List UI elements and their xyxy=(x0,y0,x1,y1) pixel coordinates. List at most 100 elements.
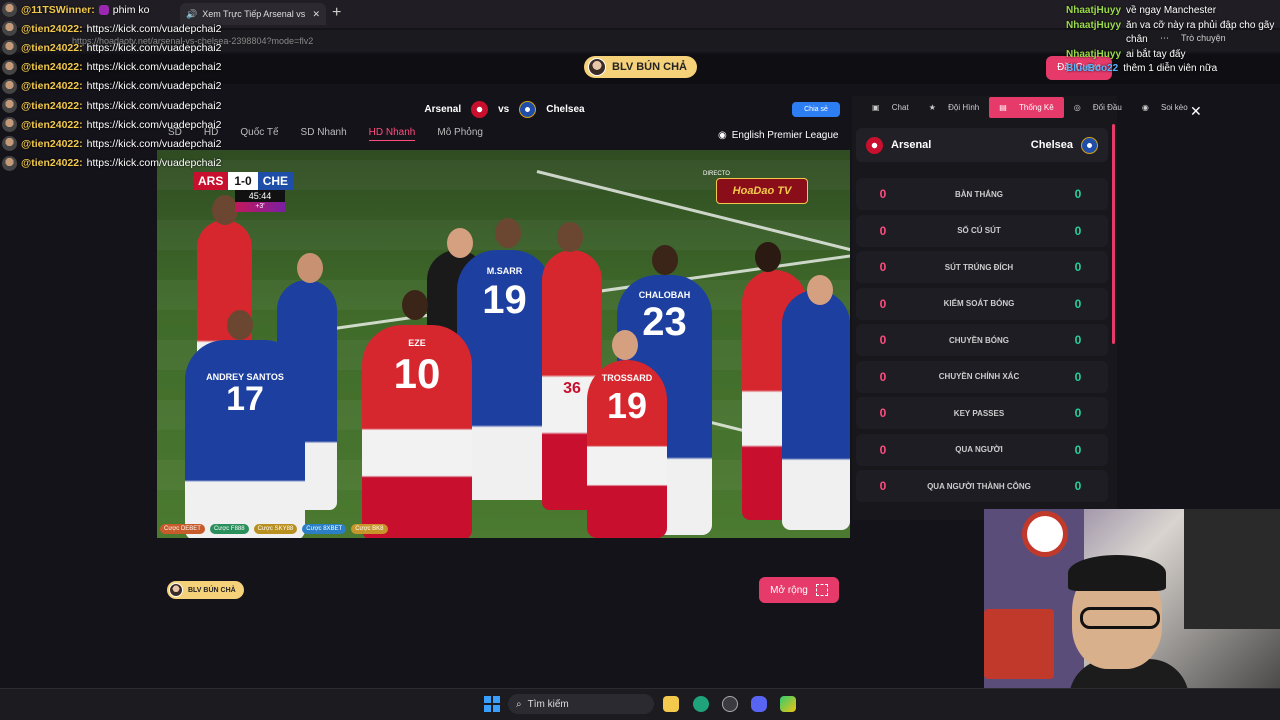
tab-odds[interactable]: ◉ Soi kèo xyxy=(1132,97,1198,118)
home-stat: 0 xyxy=(879,223,887,238)
bet-link[interactable]: Cược BK8 xyxy=(351,524,388,534)
stat-name: QUA NGƯỜI xyxy=(955,445,1003,454)
bet-link[interactable]: Cược F888 xyxy=(209,524,249,534)
chat-user: @tien24022: xyxy=(21,80,83,93)
avatar xyxy=(2,78,17,94)
stat-name: KEY PASSES xyxy=(953,408,1005,418)
chat-line: @tien24022: https://kick.com/vuadepchai2 xyxy=(2,38,247,57)
side-tabs: ▣ Chat ★ Đội Hình ▤ Thống Kê ◎ Đối Đầu ◉… xyxy=(862,97,1198,118)
league-icon: ◉ xyxy=(718,130,727,141)
home-abbr: ARS xyxy=(193,172,229,190)
chat-message: ai bắt tay đấy xyxy=(1126,48,1186,60)
share-button[interactable]: Chia sẻ xyxy=(792,102,840,117)
app-icon[interactable] xyxy=(780,696,796,712)
jersey-number: 19 xyxy=(482,278,527,322)
tab-label: Đối Đầu xyxy=(1092,103,1122,112)
stat-row: 0 CHUYỀN CHÍNH XÁC 0 xyxy=(856,360,1108,393)
avatar xyxy=(2,40,17,56)
close-panel-icon[interactable]: ✕ xyxy=(1190,103,1202,120)
chat-line: @tien24022: https://kick.com/vuadepchai2 xyxy=(2,154,247,173)
obs-icon[interactable] xyxy=(722,696,738,712)
jersey-name: M.SARR xyxy=(486,266,523,276)
away-stat: 0 xyxy=(1074,479,1082,493)
avatar xyxy=(2,117,17,133)
taskbar-search[interactable]: ⌕ Tìm kiếm xyxy=(508,694,654,714)
league-name: English Premier League xyxy=(731,130,839,141)
windows-start-icon[interactable] xyxy=(484,696,500,712)
tab-chat[interactable]: ▣ Chat xyxy=(862,97,919,118)
jersey-name: EZE xyxy=(408,338,426,348)
stat-name: SÚT TRÚNG ĐÍCH xyxy=(944,262,1014,272)
arsenal-crest-icon xyxy=(471,100,489,118)
away-stat: 0 xyxy=(1074,442,1082,457)
chat-line: @tien24022: https://kick.com/vuadepchai2 xyxy=(2,134,247,153)
stats-icon: ▤ xyxy=(999,103,1009,112)
home-stat: 0 xyxy=(879,260,887,274)
chat-line: @tien24022: https://kick.com/vuadepchai2 xyxy=(2,77,247,96)
away-stat: 0 xyxy=(1074,369,1082,384)
new-tab-button[interactable]: + xyxy=(332,4,341,22)
bet-link[interactable]: Cược SKY88 xyxy=(253,524,298,534)
expand-icon xyxy=(815,584,828,596)
directo-label: DIRECTO xyxy=(703,171,730,177)
away-stat: 0 xyxy=(1074,260,1082,274)
chat-message: https://kick.com/vuadepchai2 xyxy=(86,22,222,35)
stat-name: BÀN THẮNG xyxy=(955,189,1003,199)
stat-name: QUA NGƯỜI THÀNH CÔNG xyxy=(927,481,1031,491)
league-label: ◉ English Premier League xyxy=(718,130,838,141)
away-stat: 0 xyxy=(1074,223,1082,238)
tab-stats[interactable]: ▤ Thống Kê xyxy=(989,97,1064,118)
chat-line: NhaatjHuyy về ngay Manchester xyxy=(1066,4,1280,19)
home-stat: 0 xyxy=(879,479,887,493)
chat-line: @tien24022: https://kick.com/vuadepchai2 xyxy=(2,96,247,115)
chat-message: https://kick.com/vuadepchai2 xyxy=(86,41,222,54)
avatar xyxy=(169,583,183,597)
tab-simulation[interactable]: Mô Phỏng xyxy=(437,127,483,141)
commentator-badge[interactable]: BLV BÚN CHẢ xyxy=(584,56,697,78)
avatar xyxy=(588,58,606,76)
tab-hd-fast[interactable]: HD Nhanh xyxy=(368,127,416,141)
stat-name: KIỂM SOÁT BÓNG xyxy=(943,299,1015,308)
tab-sd-fast[interactable]: SD Nhanh xyxy=(301,127,347,141)
jersey-number: 19 xyxy=(606,385,648,426)
edge-browser-icon[interactable] xyxy=(693,696,709,712)
chat-line: @tien24022: https://kick.com/vuadepchai2 xyxy=(2,58,247,77)
chat-user: @tien24022: xyxy=(21,61,83,74)
jersey-number: 17 xyxy=(226,380,264,418)
emote-icon xyxy=(98,4,109,15)
chat-line: @tien24022: https://kick.com/vuadepchai2 xyxy=(2,115,247,134)
chat-message: ăn va cỡ này ra phủi đập cho gãy chân xyxy=(1126,19,1275,46)
avatar xyxy=(2,21,17,37)
bet-link[interactable]: Cược 8XBET xyxy=(302,524,347,534)
chat-message: https://kick.com/vuadepchai2 xyxy=(86,61,222,74)
commentator-badge-bottom[interactable]: BLV BÚN CHẢ xyxy=(167,581,244,599)
stats-scrollbar[interactable] xyxy=(1112,124,1115,344)
chelsea-crest-icon xyxy=(1081,136,1098,154)
discord-icon[interactable] xyxy=(751,696,767,712)
away-team-name: Chelsea xyxy=(1030,139,1073,151)
tab-lineup[interactable]: ★ Đội Hình xyxy=(919,97,990,118)
scoreboard: ARS 1-0 CHE xyxy=(193,172,294,190)
chat-user: @tien24022: xyxy=(21,22,83,35)
chat-message: về ngay Manchester xyxy=(1126,5,1217,16)
chat-message: https://kick.com/vuadepchai2 xyxy=(86,157,222,170)
tab-label: Đội Hình xyxy=(948,103,980,112)
tab-head-to-head[interactable]: ◎ Đối Đầu xyxy=(1064,97,1132,118)
bet-links: Cược DEBET Cược F888 Cược SKY88 Cược 8XB… xyxy=(160,524,388,534)
home-stat: 0 xyxy=(879,406,887,420)
expand-button[interactable]: Mở rộng xyxy=(759,577,839,603)
home-stat: 0 xyxy=(879,187,887,201)
chat-message: https://kick.com/vuadepchai2 xyxy=(86,99,222,112)
bet-link[interactable]: Cược DEBET xyxy=(160,524,205,534)
file-explorer-icon[interactable] xyxy=(663,696,679,712)
chat-message: https://kick.com/vuadepchai2 xyxy=(86,118,222,131)
chat-overlay-left: @11TSWinner: phim ko @tien24022: https://k… xyxy=(2,0,247,173)
odds-icon: ◉ xyxy=(1141,103,1152,112)
chat-user: @tien24022: xyxy=(21,41,83,54)
stat-name: CHUYỀN CHÍNH XÁC xyxy=(938,372,1020,381)
chat-user: BlueBoo22 xyxy=(1066,63,1119,74)
chat-user: @11TSWinner: xyxy=(21,3,95,16)
match-title-bar: Arsenal vs Chelsea xyxy=(157,96,852,122)
added-time: +3' xyxy=(235,202,285,212)
tab-close-icon[interactable]: ✕ xyxy=(312,9,320,20)
